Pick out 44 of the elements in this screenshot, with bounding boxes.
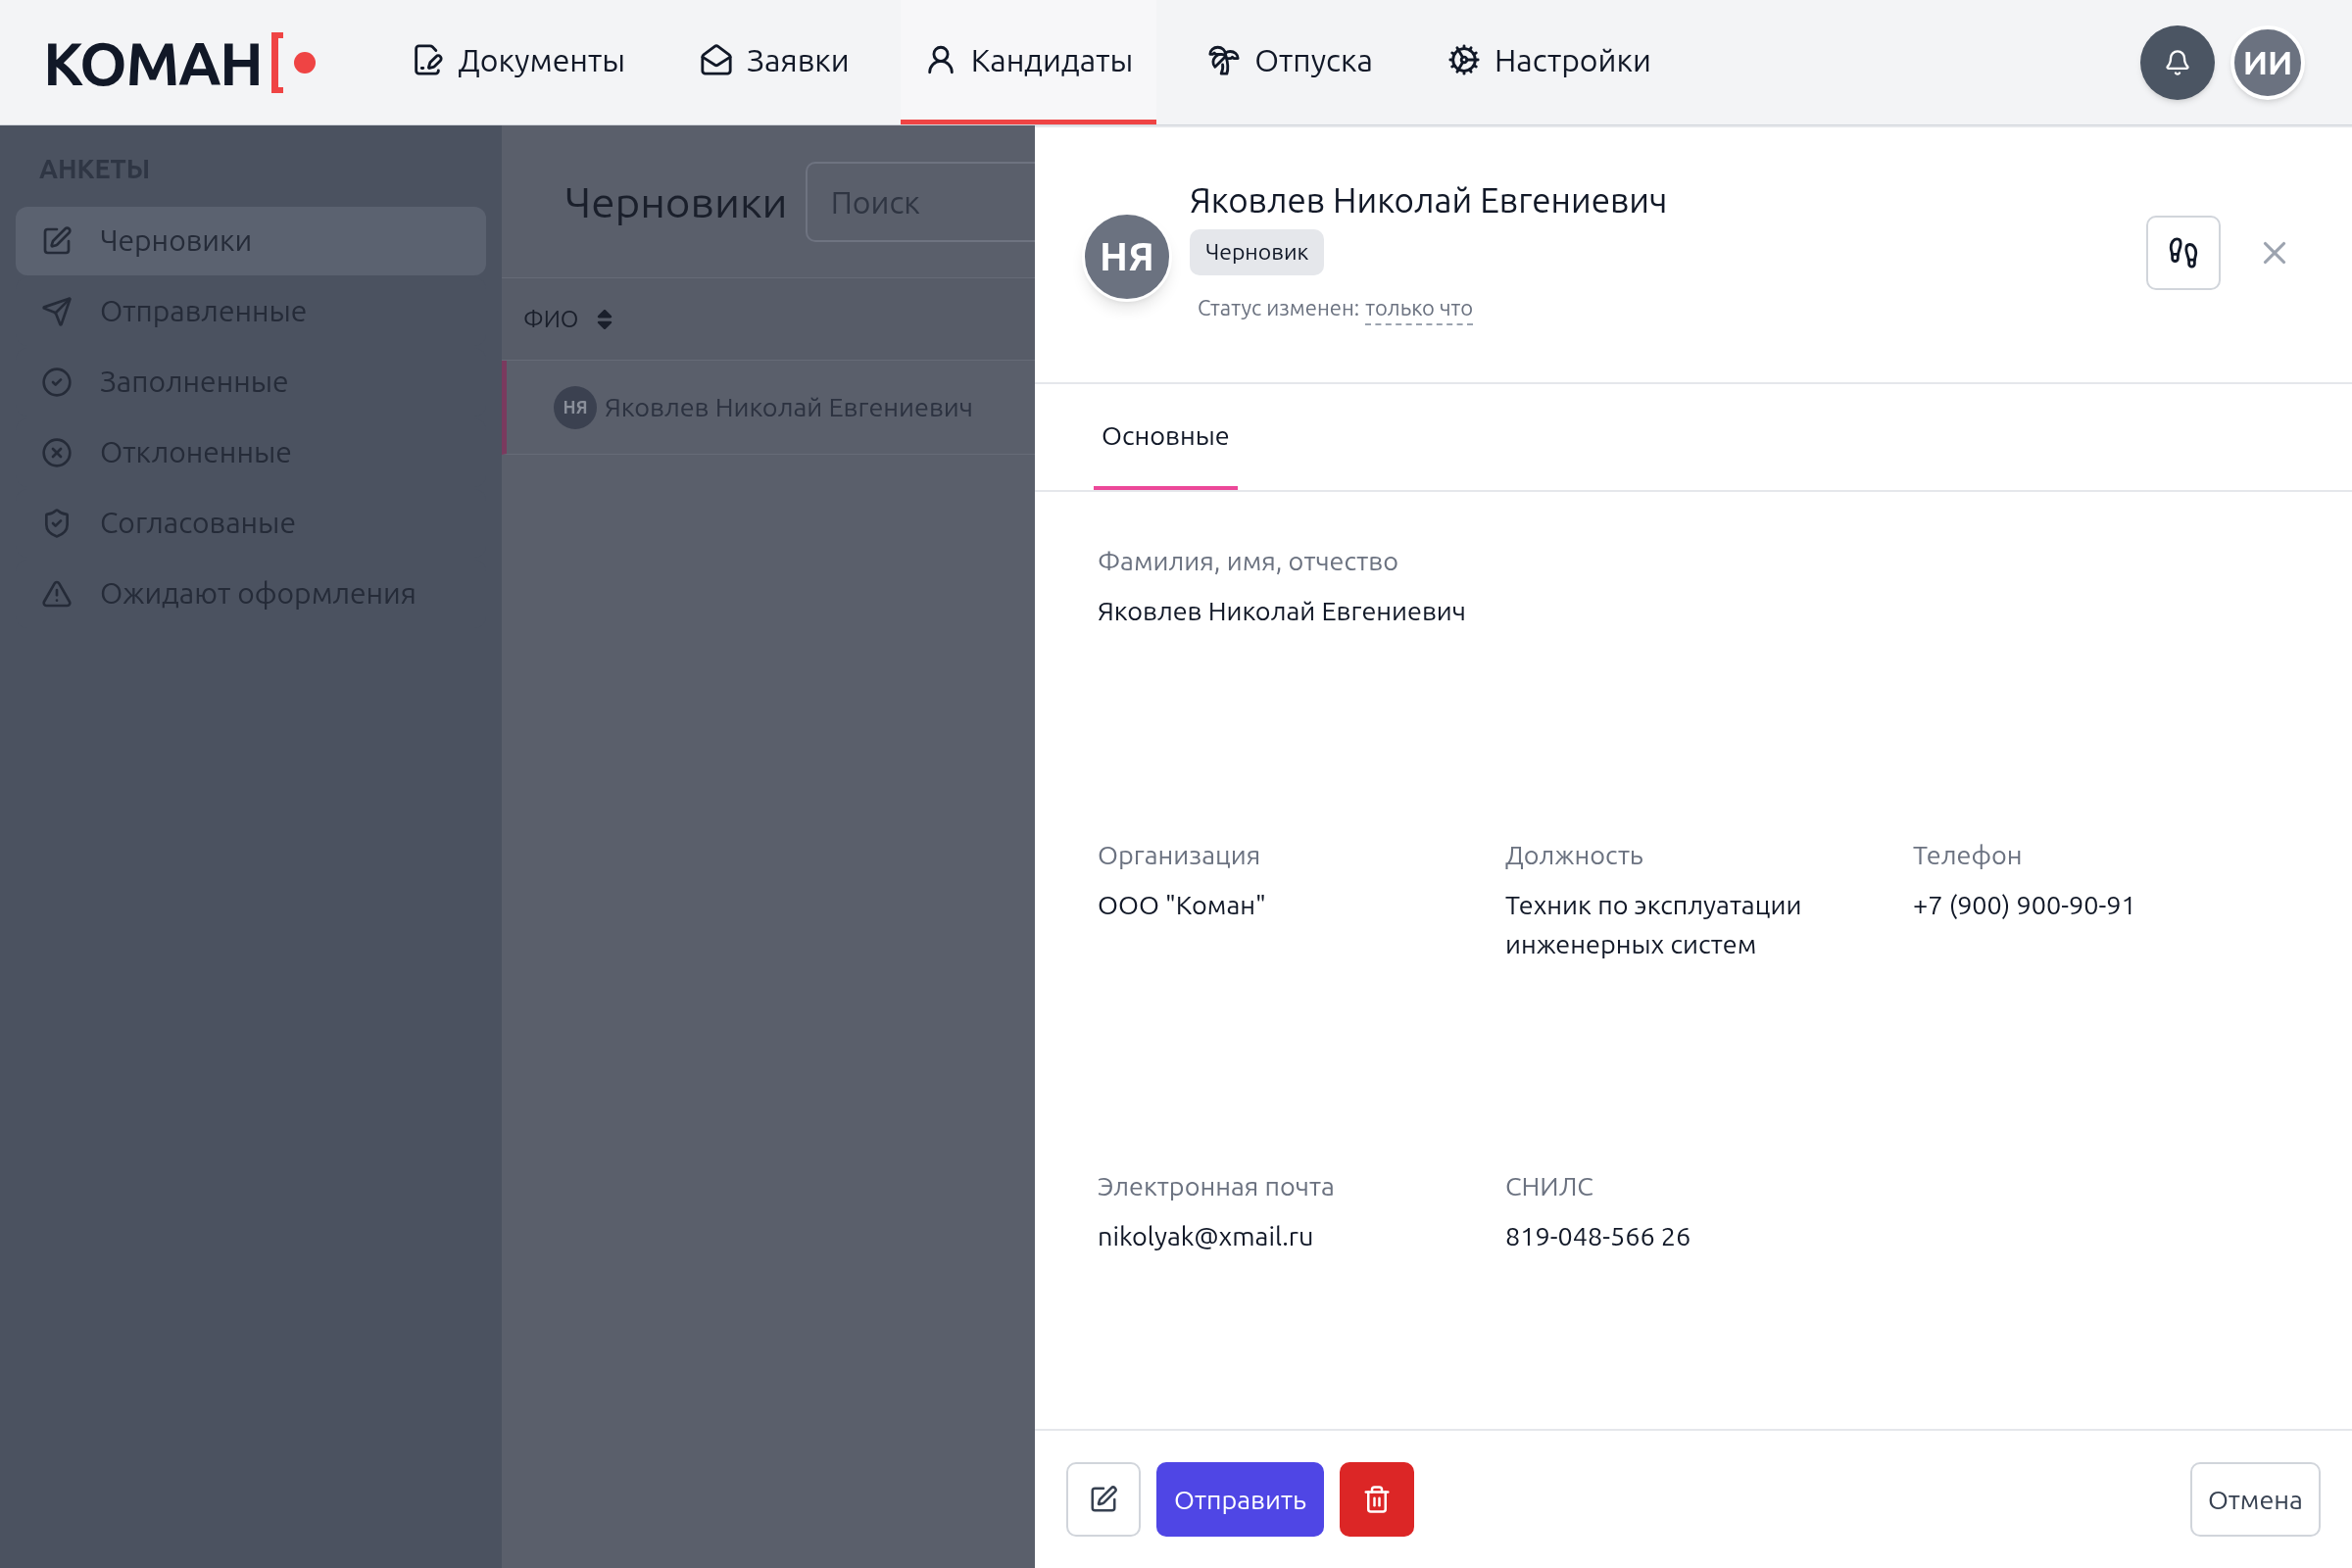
logo-text: КОМАН bbox=[43, 31, 263, 93]
nav-tab[interactable]: Кандидаты bbox=[900, 0, 1157, 124]
status-time: только что bbox=[1365, 290, 1474, 325]
status-badge: Черновик bbox=[1190, 229, 1325, 275]
field-value: ООО "Коман" bbox=[1098, 888, 1267, 921]
nav-tab[interactable]: Документы bbox=[387, 0, 650, 124]
field-label: СНИЛС bbox=[1505, 1170, 1594, 1202]
notification-button[interactable] bbox=[2140, 24, 2215, 100]
field-value: Яковлев Николай Евгениевич bbox=[1098, 594, 1467, 627]
cancel-button[interactable]: Отмена bbox=[2189, 1462, 2321, 1537]
pen-square-icon bbox=[41, 224, 73, 257]
avatar: НЯ bbox=[1082, 212, 1172, 302]
nav-tab[interactable]: Настройки bbox=[1423, 0, 1675, 124]
field-label: Фамилия, имя, отчество bbox=[1098, 545, 1400, 577]
footprints-icon bbox=[2167, 236, 2200, 270]
field-value: +7 (900) 900-90-91 bbox=[1913, 888, 2137, 921]
page-title: Черновики bbox=[564, 175, 788, 227]
status-label: Статус изменен: bbox=[1198, 293, 1360, 321]
tab[interactable]: Основные bbox=[1094, 384, 1238, 490]
history-button[interactable] bbox=[2146, 216, 2221, 290]
circle-check-icon bbox=[41, 366, 73, 398]
column-header[interactable]: ФИО bbox=[523, 301, 579, 337]
palm-tree-icon bbox=[1207, 43, 1242, 76]
avatar: НЯ bbox=[554, 385, 597, 429]
field-label: Телефон bbox=[1913, 839, 2024, 871]
field-label: Организация bbox=[1098, 839, 1262, 871]
user-avatar[interactable]: ИИ bbox=[2230, 24, 2305, 100]
nav-tab[interactable]: Отпуска bbox=[1184, 0, 1396, 124]
pen-square-icon bbox=[1089, 1485, 1118, 1514]
field-value: 819-048-566 26 bbox=[1505, 1219, 1692, 1252]
field-value: nikolyak@xmail.ru bbox=[1098, 1219, 1315, 1252]
envelope-icon bbox=[700, 43, 734, 76]
trash-icon bbox=[1362, 1485, 1392, 1514]
send-button[interactable]: Отправить bbox=[1156, 1462, 1324, 1537]
field-label: Электронная почта bbox=[1098, 1170, 1336, 1202]
field-value: Техник по эксплуатации инженерных систем bbox=[1505, 888, 1803, 960]
candidate-name: Яковлев Николай Евгениевич bbox=[1190, 179, 1668, 221]
delete-button[interactable] bbox=[1340, 1462, 1414, 1537]
circle-x-icon bbox=[41, 436, 73, 468]
edit-button[interactable] bbox=[1066, 1462, 1141, 1537]
nav-tab[interactable]: Заявки bbox=[676, 0, 873, 124]
field-label: Должность bbox=[1505, 839, 1644, 871]
bell-icon bbox=[2164, 48, 2191, 76]
paper-plane-icon bbox=[41, 295, 73, 327]
